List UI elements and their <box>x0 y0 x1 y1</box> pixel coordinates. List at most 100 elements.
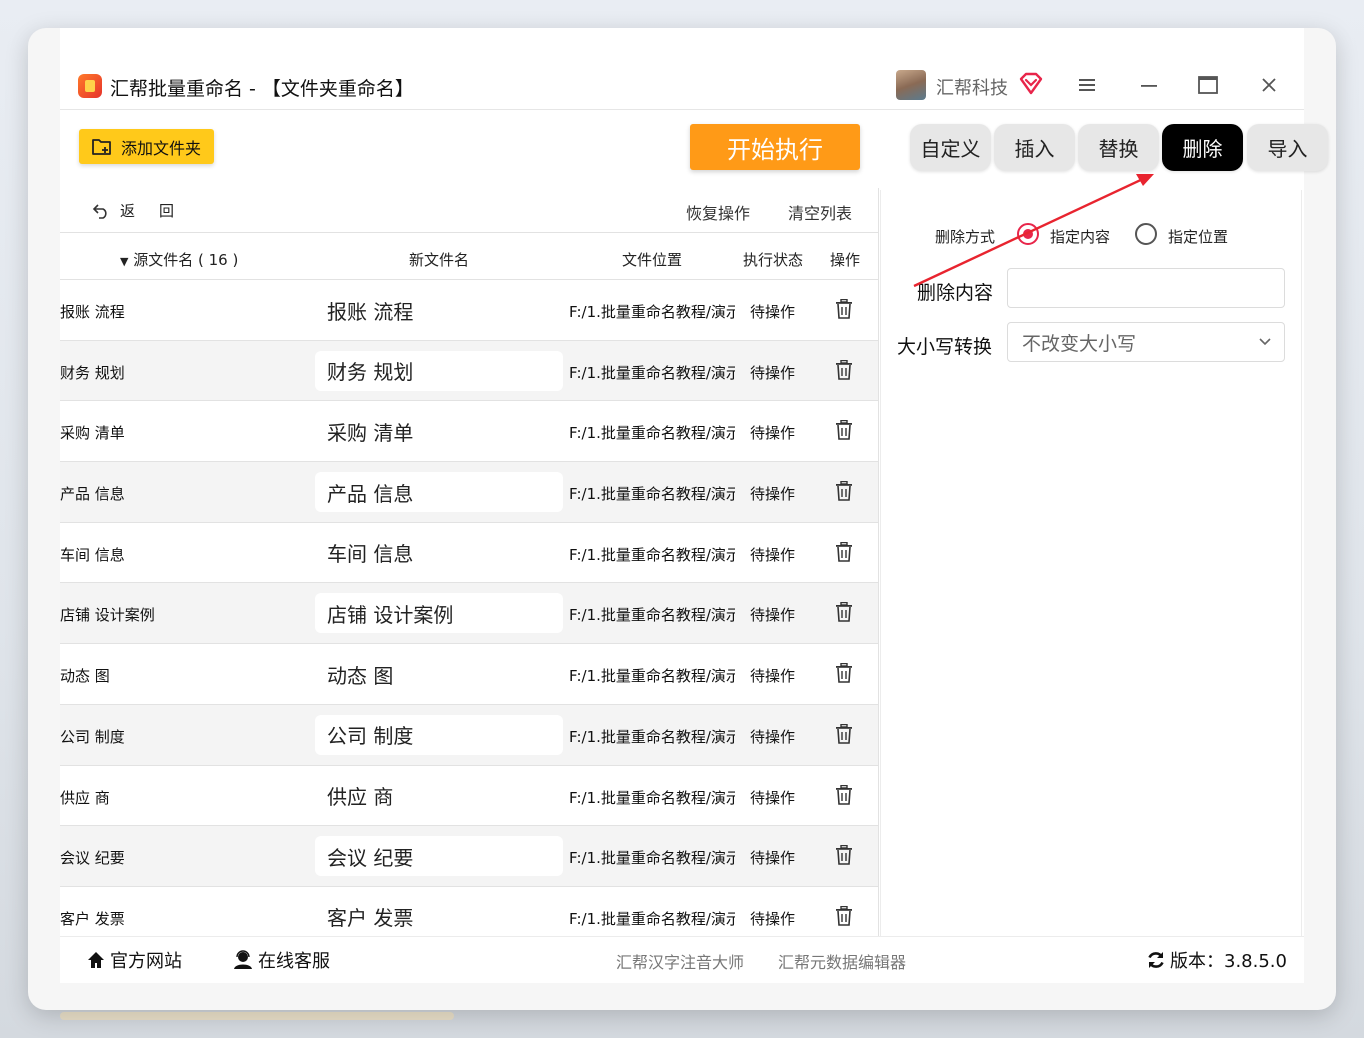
trash-icon[interactable] <box>835 784 853 805</box>
source-name-cell: 客户 发票 <box>60 909 125 928</box>
delete-content-input[interactable] <box>1007 268 1285 308</box>
new-name-cell[interactable]: 采购 清单 <box>315 411 563 451</box>
status-cell: 待操作 <box>750 606 796 625</box>
close-icon[interactable] <box>1258 74 1280 96</box>
official-website-link[interactable]: 官方网站 <box>86 947 182 973</box>
pinyin-tool-link[interactable]: 汇帮汉字注音大师 <box>616 949 744 973</box>
new-name-cell[interactable]: 报账 流程 <box>315 290 563 330</box>
radio-specified-content[interactable] <box>1017 223 1039 245</box>
trash-icon[interactable] <box>835 905 853 926</box>
source-name-cell: 采购 清单 <box>60 424 125 443</box>
case-conversion-select[interactable]: 不改变大小写 <box>1007 322 1285 362</box>
table-row[interactable]: 客户 发票 客户 发票 F:/1.批量重命名教程/演示 待操作 <box>60 886 878 936</box>
status-cell: 待操作 <box>750 909 796 928</box>
location-cell: F:/1.批量重命名教程/演示 <box>569 909 735 928</box>
trash-icon[interactable] <box>835 602 853 623</box>
table-row[interactable]: 动态 图 动态 图 F:/1.批量重命名教程/演示 待操作 <box>60 644 878 705</box>
window-title: 汇帮批量重命名 - 【文件夹重命名】 <box>110 78 414 100</box>
online-support-link[interactable]: 在线客服 <box>232 947 330 973</box>
new-name-cell[interactable]: 供应 商 <box>315 776 563 816</box>
source-name-cell: 车间 信息 <box>60 545 125 564</box>
user-avatar[interactable] <box>896 70 926 100</box>
menu-icon[interactable] <box>1076 74 1098 96</box>
table-row[interactable]: 公司 制度 公司 制度 F:/1.批量重命名教程/演示 待操作 <box>60 704 878 766</box>
file-list: 报账 流程 报账 流程 F:/1.批量重命名教程/演示 待操作 财务 规划 财务… <box>60 280 878 936</box>
table-row[interactable]: 店铺 设计案例 店铺 设计案例 F:/1.批量重命名教程/演示 待操作 <box>60 583 878 645</box>
chevron-down-icon <box>1259 338 1271 346</box>
footer-bar: 官方网站 在线客服 汇帮汉字注音大师 汇帮元数据编辑器 版本：3.8.5.0 <box>60 936 1304 983</box>
header-new-name: 新文件名 <box>409 251 470 269</box>
trash-icon[interactable] <box>835 723 853 744</box>
status-cell: 待操作 <box>750 788 796 807</box>
tab-custom[interactable]: 自定义 <box>910 124 991 171</box>
source-name-cell: 动态 图 <box>60 667 110 686</box>
header-source[interactable]: ▼ 源文件名 ( 16 ) <box>120 249 238 270</box>
trash-icon[interactable] <box>835 359 853 380</box>
sort-caret-icon: ▼ <box>120 255 129 268</box>
start-execute-button[interactable]: 开始执行 <box>690 124 860 170</box>
location-cell: F:/1.批量重命名教程/演示 <box>569 485 735 504</box>
source-name-cell: 财务 规划 <box>60 363 125 382</box>
trash-icon[interactable] <box>835 845 853 865</box>
table-row[interactable]: 财务 规划 财务 规划 F:/1.批量重命名教程/演示 待操作 <box>60 340 878 402</box>
tab-delete[interactable]: 删除 <box>1162 124 1243 171</box>
minimize-icon[interactable] <box>1138 74 1160 96</box>
trash-icon[interactable] <box>835 663 853 683</box>
table-row[interactable]: 报账 流程 报账 流程 F:/1.批量重命名教程/演示 待操作 <box>60 280 878 341</box>
new-name-cell[interactable]: 动态 图 <box>315 654 563 694</box>
back-label-2: 回 <box>159 202 175 220</box>
header-action: 操作 <box>830 251 861 269</box>
source-name-cell: 会议 纪要 <box>60 849 125 868</box>
add-folder-button[interactable]: 添加文件夹 <box>79 129 214 164</box>
radio-specified-content-label[interactable]: 指定内容 <box>1050 226 1110 247</box>
version-info[interactable]: 版本：3.8.5.0 <box>1146 947 1287 973</box>
table-row[interactable]: 采购 清单 采购 清单 F:/1.批量重命名教程/演示 待操作 <box>60 401 878 463</box>
maximize-icon[interactable] <box>1197 74 1219 96</box>
new-name-cell[interactable]: 公司 制度 <box>315 714 563 755</box>
new-name-cell[interactable]: 客户 发票 <box>315 897 563 936</box>
table-header: ▼ 源文件名 ( 16 ) 新文件名 文件位置 执行状态 操作 <box>60 232 878 280</box>
new-name-cell[interactable]: 店铺 设计案例 <box>315 593 563 634</box>
location-cell: F:/1.批量重命名教程/演示 <box>569 727 735 746</box>
source-name-cell: 产品 信息 <box>60 485 125 504</box>
new-name-cell[interactable]: 会议 纪要 <box>315 836 563 877</box>
tab-replace[interactable]: 替换 <box>1078 124 1159 171</box>
undo-arrow-icon <box>92 203 107 219</box>
location-cell: F:/1.批量重命名教程/演示 <box>569 849 735 868</box>
back-button[interactable]: 返 回 <box>92 200 174 221</box>
delete-options-panel: 删除方式 指定内容 指定位置 删除内容 大小写转换 不改变大小写 <box>880 190 1302 936</box>
tab-import[interactable]: 导入 <box>1247 124 1328 171</box>
new-name-cell[interactable]: 车间 信息 <box>315 533 563 573</box>
table-row[interactable]: 供应 商 供应 商 F:/1.批量重命名教程/演示 待操作 <box>60 765 878 827</box>
status-cell: 待操作 <box>750 545 796 564</box>
clear-list-button[interactable]: 清空列表 <box>788 200 852 224</box>
decorative-glow <box>60 1012 454 1020</box>
home-icon <box>88 952 104 968</box>
tab-insert[interactable]: 插入 <box>994 124 1075 171</box>
location-cell: F:/1.批量重命名教程/演示 <box>569 545 735 564</box>
location-cell: F:/1.批量重命名教程/演示 <box>569 424 735 443</box>
header-status: 执行状态 <box>743 251 804 269</box>
delete-content-label: 删除内容 <box>917 282 994 304</box>
radio-specified-position-label[interactable]: 指定位置 <box>1168 226 1228 247</box>
vip-diamond-icon[interactable] <box>1018 72 1044 96</box>
trash-icon[interactable] <box>835 420 853 441</box>
metadata-editor-link[interactable]: 汇帮元数据编辑器 <box>778 949 906 973</box>
new-name-cell[interactable]: 产品 信息 <box>315 472 563 513</box>
status-cell: 待操作 <box>750 363 796 382</box>
trash-icon[interactable] <box>835 541 853 562</box>
radio-specified-position[interactable] <box>1135 223 1157 245</box>
table-row[interactable]: 产品 信息 产品 信息 F:/1.批量重命名教程/演示 待操作 <box>60 462 878 523</box>
trash-icon[interactable] <box>835 481 853 501</box>
location-cell: F:/1.批量重命名教程/演示 <box>569 303 735 321</box>
trash-icon[interactable] <box>835 299 853 319</box>
table-row[interactable]: 会议 纪要 会议 纪要 F:/1.批量重命名教程/演示 待操作 <box>60 826 878 887</box>
company-name[interactable]: 汇帮科技 <box>936 74 1008 100</box>
case-conversion-label: 大小写转换 <box>897 336 993 358</box>
restore-button[interactable]: 恢复操作 <box>686 200 750 224</box>
new-name-cell[interactable]: 财务 规划 <box>315 350 563 391</box>
back-label-1: 返 <box>120 202 136 220</box>
app-window: 汇帮批量重命名 - 【文件夹重命名】 汇帮科技 添加文件夹 开始执行 自定义 插… <box>28 28 1336 1010</box>
table-row[interactable]: 车间 信息 车间 信息 F:/1.批量重命名教程/演示 待操作 <box>60 522 878 584</box>
source-name-cell: 供应 商 <box>60 788 110 807</box>
